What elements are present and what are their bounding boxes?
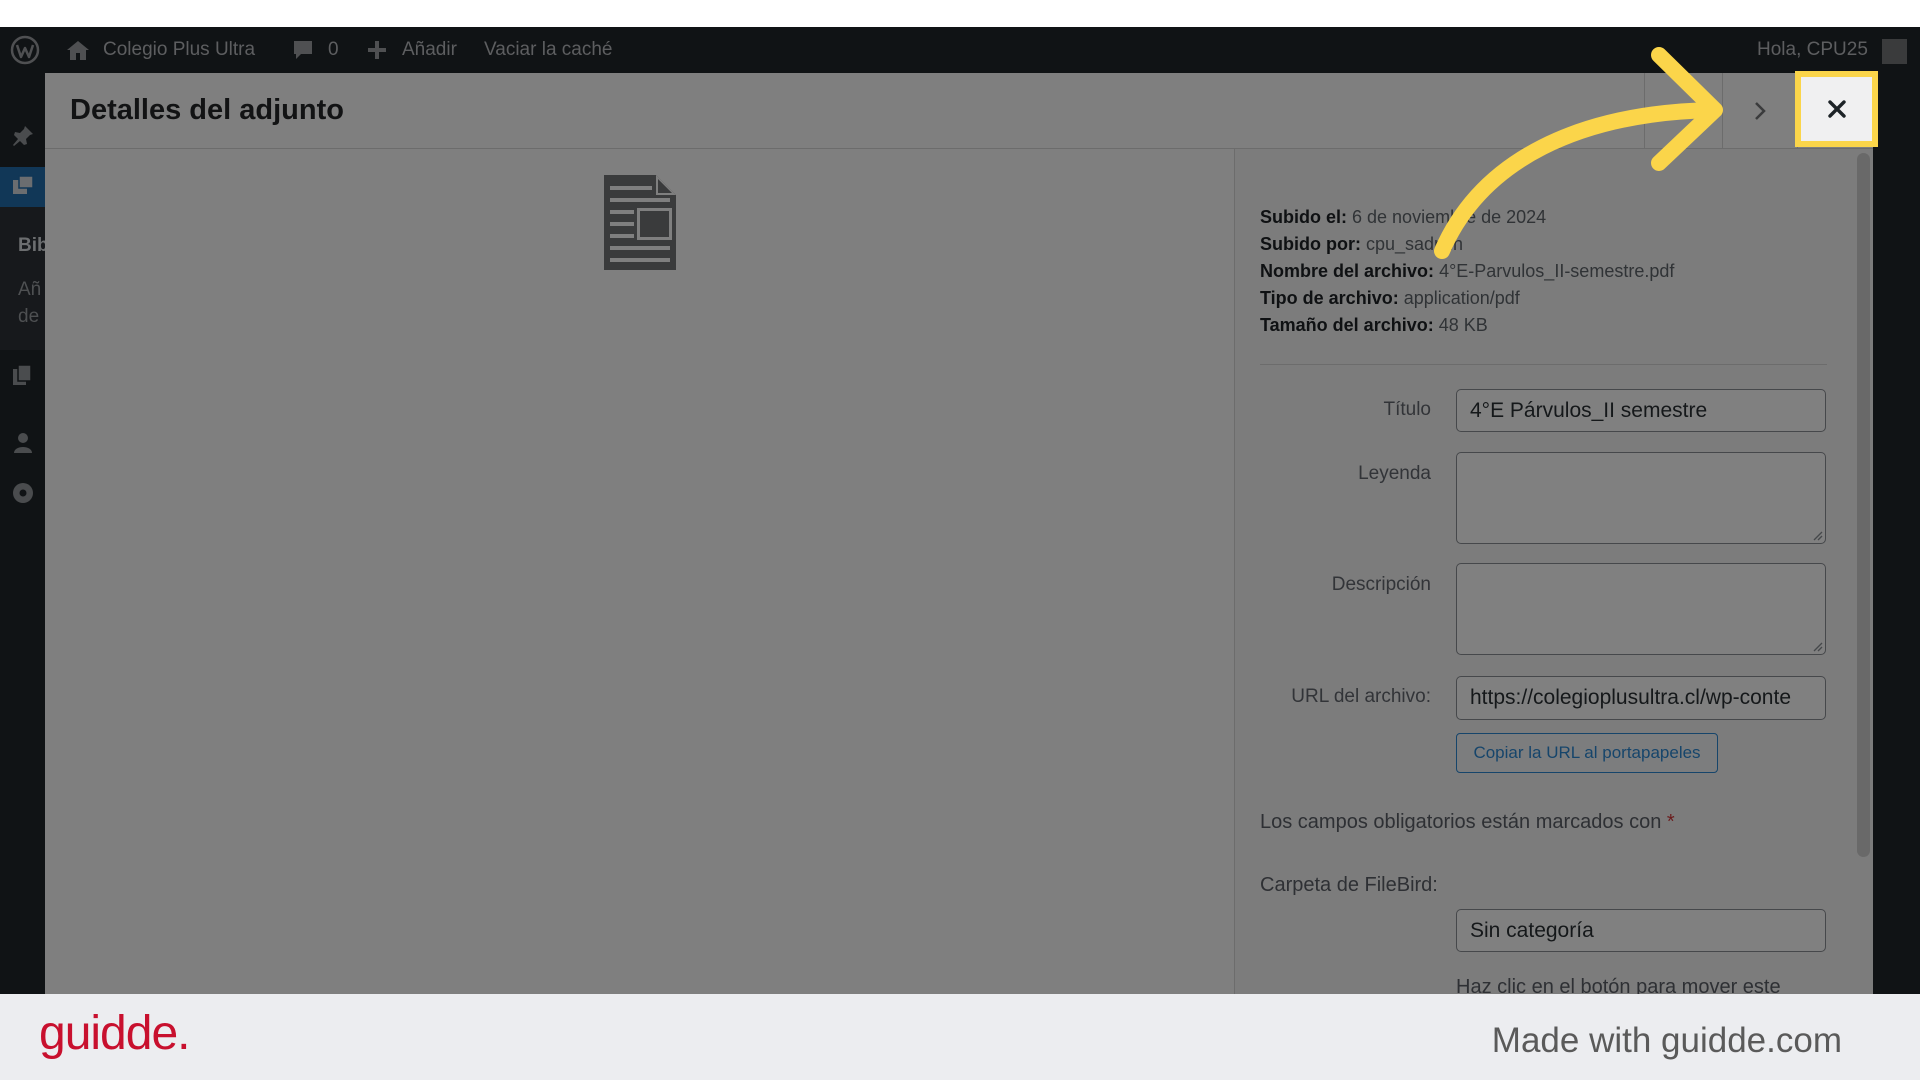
detail-file-size: Tamaño del archivo: 48 KB	[1260, 312, 1674, 339]
comments-count[interactable]: 0	[328, 27, 339, 73]
media-icon[interactable]	[12, 175, 34, 197]
top-margin	[0, 0, 1920, 27]
modal-title: Detalles del adjunto	[70, 94, 344, 126]
admin-bar: Colegio Plus Ultra 0 Añadir Vaciar la ca…	[0, 27, 1920, 73]
users-icon[interactable]	[12, 432, 34, 454]
attachment-info-panel: Subido el: 6 de noviembre de 2024 Subido…	[1234, 149, 1873, 994]
required-fields-note: Los campos obligatorios están marcados c…	[1260, 810, 1675, 834]
detail-label: Tipo de archivo:	[1260, 288, 1399, 308]
home-icon[interactable]	[66, 27, 90, 73]
detail-value: 6 de noviembre de 2024	[1352, 207, 1547, 227]
add-new-link[interactable]: Añadir	[402, 27, 457, 73]
filebird-folder-select[interactable]: Sin categoría	[1456, 909, 1826, 952]
resize-handle-icon[interactable]	[1811, 529, 1823, 541]
detail-file-name: Nombre del archivo: 4°E-Parvulos_II-seme…	[1260, 258, 1674, 285]
submenu-item-add-new[interactable]: Añ	[18, 279, 41, 301]
plus-icon[interactable]	[366, 27, 388, 73]
detail-label: Subido el:	[1260, 207, 1347, 227]
description-label: Descripción	[1331, 574, 1431, 595]
previous-button	[1644, 73, 1722, 148]
close-button[interactable]	[1795, 71, 1878, 147]
detail-value: 4°E-Parvulos_II-semestre.pdf	[1439, 261, 1675, 281]
file-url-input[interactable]	[1456, 676, 1826, 720]
title-label: Título	[1383, 399, 1431, 420]
description-field	[1456, 563, 1826, 655]
pages-icon[interactable]	[12, 364, 34, 386]
detail-label: Subido por:	[1260, 234, 1361, 254]
guidde-logo[interactable]: guidde.	[39, 1006, 190, 1062]
admin-side-menu: Bib Añ de	[0, 73, 45, 994]
avatar[interactable]	[1882, 39, 1907, 64]
description-textarea[interactable]	[1456, 563, 1826, 655]
detail-value: cpu_sadmin	[1366, 234, 1464, 254]
submenu-item-add-new-line2[interactable]: de	[18, 306, 39, 328]
modal-header: Detalles del adjunto	[45, 73, 1873, 149]
chevron-right-icon	[1755, 101, 1766, 120]
detail-uploaded-on: Subido el: 6 de noviembre de 2024	[1260, 204, 1674, 231]
guidde-footer: guidde. Made with guidde.com	[0, 994, 1920, 1080]
file-details: Subido el: 6 de noviembre de 2024 Subido…	[1260, 204, 1674, 339]
attachment-details-modal: Detalles del adjunto Subido el: 6 de nov…	[45, 73, 1873, 994]
title-input[interactable]	[1456, 389, 1826, 432]
settings-circle-icon[interactable]	[12, 482, 34, 504]
detail-value: application/pdf	[1403, 288, 1520, 308]
pin-icon[interactable]	[12, 125, 34, 147]
document-icon	[604, 175, 676, 270]
detail-label: Nombre del archivo:	[1260, 261, 1435, 281]
file-preview	[45, 149, 1234, 994]
resize-handle-icon[interactable]	[1811, 640, 1823, 652]
submenu-item-library[interactable]: Bib	[18, 235, 45, 257]
close-icon	[1827, 100, 1846, 118]
greeting-link[interactable]: Hola, CPU25	[1757, 27, 1868, 73]
caption-textarea[interactable]	[1456, 452, 1826, 544]
caption-label: Leyenda	[1358, 463, 1431, 484]
detail-file-type: Tipo de archivo: application/pdf	[1260, 285, 1674, 312]
detail-uploaded-by: Subido por: cpu_sadmin	[1260, 231, 1674, 258]
next-button[interactable]	[1722, 73, 1797, 148]
caption-field	[1456, 452, 1826, 544]
required-asterisk: *	[1666, 811, 1675, 833]
filebird-hint: Haz clic en el botón para mover este	[1456, 976, 1781, 994]
file-url-label: URL del archivo:	[1291, 686, 1431, 707]
site-name-link[interactable]: Colegio Plus Ultra	[103, 27, 255, 73]
scrollbar-thumb[interactable]	[1857, 153, 1870, 857]
detail-value: 48 KB	[1438, 315, 1488, 335]
comment-icon[interactable]	[292, 27, 314, 73]
required-note-text: Los campos obligatorios están marcados c…	[1260, 811, 1662, 833]
detail-label: Tamaño del archivo:	[1260, 315, 1434, 335]
copy-url-button[interactable]: Copiar la URL al portapapeles	[1456, 733, 1718, 773]
filebird-folder-label: Carpeta de FileBird:	[1260, 874, 1438, 896]
wordpress-logo-icon[interactable]	[10, 27, 40, 73]
guidde-credit[interactable]: Made with guidde.com	[1492, 1021, 1842, 1061]
divider	[1260, 364, 1827, 365]
clear-cache-link[interactable]: Vaciar la caché	[484, 27, 613, 73]
